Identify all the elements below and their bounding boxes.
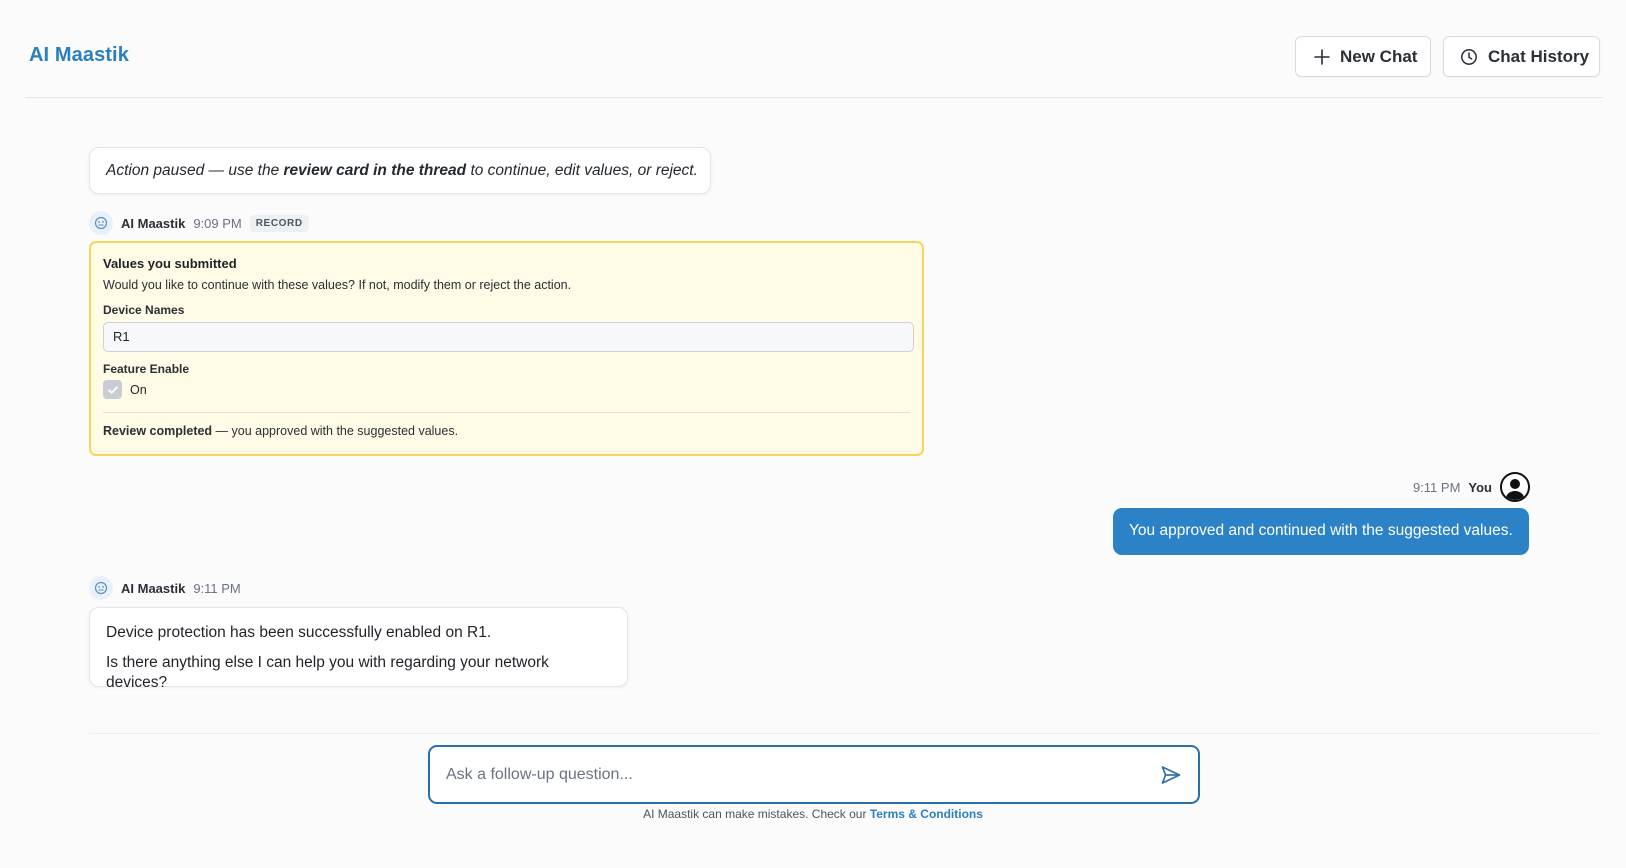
- disclaimer: AI Maastik can make mistakes. Check our …: [0, 807, 1626, 821]
- chat-history-label: Chat History: [1488, 46, 1590, 66]
- bot-message-meta: AI Maastik 9:11 PM: [89, 576, 241, 600]
- sender-name: AI Maastik: [121, 580, 186, 596]
- disclaimer-text: AI Maastik can make mistakes. Check our: [643, 807, 870, 821]
- sender-name: AI Maastik: [121, 215, 186, 231]
- brand-title: AI Maastik: [29, 44, 129, 66]
- feature-enable-value: On: [130, 382, 147, 397]
- message-time: 9:11 PM: [1412, 479, 1461, 495]
- review-description: Would you like to continue with these va…: [103, 278, 572, 292]
- feature-enable-label: Feature Enable: [103, 362, 190, 376]
- device-names-label: Device Names: [103, 303, 185, 317]
- bot-message-meta: AI Maastik 9:09 PM RECORD: [89, 211, 309, 235]
- bot-avatar: [89, 211, 113, 235]
- new-chat-label: New Chat: [1340, 46, 1418, 66]
- paused-note-emphasis: review card in the thread: [283, 162, 467, 179]
- send-icon: [1161, 766, 1181, 784]
- chat-history-button[interactable]: Chat History: [1443, 36, 1600, 77]
- composer: [428, 745, 1200, 804]
- bot-answer-bubble: Device protection has been successfully …: [89, 607, 628, 691]
- send-button[interactable]: [1160, 764, 1182, 791]
- follow-up-input[interactable]: [446, 763, 1126, 787]
- action-paused-note: Action paused — use the review card in t…: [89, 147, 711, 194]
- bot-icon: [94, 216, 108, 230]
- plus-icon: [1314, 48, 1330, 65]
- answer-line: Is there anything else I can help you wi…: [106, 654, 549, 691]
- bot-icon: [94, 581, 108, 595]
- sender-name: You: [1468, 479, 1492, 495]
- header: AI Maastik New Chat Chat History: [25, 0, 1603, 98]
- paused-note-prefix: Action paused — use the: [106, 162, 284, 179]
- review-divider: [103, 412, 910, 413]
- paused-note-suffix: to continue, edit values, or reject.: [466, 162, 698, 179]
- feature-enable-row: On: [103, 380, 910, 399]
- composer-divider: [89, 733, 1599, 734]
- device-names-field[interactable]: R1: [103, 322, 914, 352]
- check-icon: [107, 386, 118, 394]
- record-tag: RECORD: [249, 214, 309, 232]
- user-message-bubble: You approved and continued with the sugg…: [1113, 508, 1529, 555]
- new-chat-button[interactable]: New Chat: [1295, 36, 1431, 77]
- message-time: 9:11 PM: [193, 580, 241, 596]
- message-time: 9:09 PM: [193, 215, 242, 231]
- user-message-meta: 9:11 PM You: [1413, 472, 1530, 502]
- bot-avatar: [89, 576, 113, 600]
- feature-enable-checkbox[interactable]: [103, 380, 122, 399]
- user-icon: [1505, 479, 1525, 500]
- review-status-bold: Review completed: [103, 424, 213, 438]
- clock-icon: [1460, 48, 1478, 66]
- review-status-rest: — you approved with the suggested values…: [212, 424, 459, 438]
- terms-link[interactable]: Terms & Conditions: [870, 807, 983, 821]
- user-avatar: [1500, 472, 1530, 502]
- app: AI Maastik New Chat Chat History Action …: [0, 0, 1626, 868]
- review-card: Values you submitted Would you like to c…: [89, 241, 924, 456]
- review-title: Values you submitted: [103, 256, 237, 271]
- answer-line: Device protection has been successfully …: [106, 624, 492, 641]
- review-status: Review completed — you approved with the…: [103, 424, 910, 438]
